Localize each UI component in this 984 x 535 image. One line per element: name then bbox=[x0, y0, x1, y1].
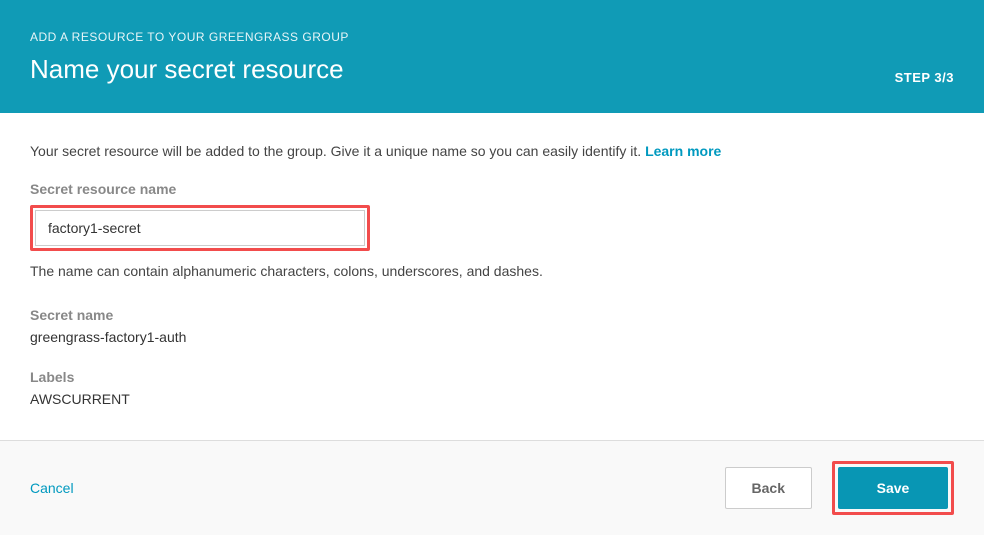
wizard-footer: Cancel Back Save bbox=[0, 440, 984, 535]
intro-text: Your secret resource will be added to th… bbox=[30, 143, 954, 159]
save-button-highlight: Save bbox=[832, 461, 954, 515]
save-button[interactable]: Save bbox=[838, 467, 948, 509]
labels-label: Labels bbox=[30, 369, 954, 385]
labels-value: AWSCURRENT bbox=[30, 391, 130, 407]
content-area: Your secret resource will be added to th… bbox=[0, 113, 984, 451]
secret-resource-name-hint: The name can contain alphanumeric charac… bbox=[30, 263, 954, 279]
cancel-button[interactable]: Cancel bbox=[30, 480, 74, 496]
secret-resource-name-field: Secret resource name The name can contai… bbox=[30, 181, 954, 279]
secret-name-field: Secret name greengrass-factory1-auth bbox=[30, 307, 954, 345]
back-button[interactable]: Back bbox=[725, 467, 812, 509]
wizard-header: ADD A RESOURCE TO YOUR GREENGRASS GROUP … bbox=[0, 0, 984, 113]
header-eyebrow: ADD A RESOURCE TO YOUR GREENGRASS GROUP bbox=[30, 30, 954, 44]
footer-button-group: Back Save bbox=[725, 461, 954, 515]
secret-resource-name-highlight bbox=[30, 205, 370, 251]
learn-more-link[interactable]: Learn more bbox=[645, 143, 721, 159]
secret-resource-name-input[interactable] bbox=[35, 210, 365, 246]
step-indicator: STEP 3/3 bbox=[895, 70, 954, 85]
secret-name-value: greengrass-factory1-auth bbox=[30, 329, 186, 345]
labels-field: Labels AWSCURRENT bbox=[30, 369, 954, 407]
page-title: Name your secret resource bbox=[30, 54, 954, 85]
intro-text-body: Your secret resource will be added to th… bbox=[30, 143, 645, 159]
secret-resource-name-label: Secret resource name bbox=[30, 181, 954, 197]
secret-name-label: Secret name bbox=[30, 307, 954, 323]
